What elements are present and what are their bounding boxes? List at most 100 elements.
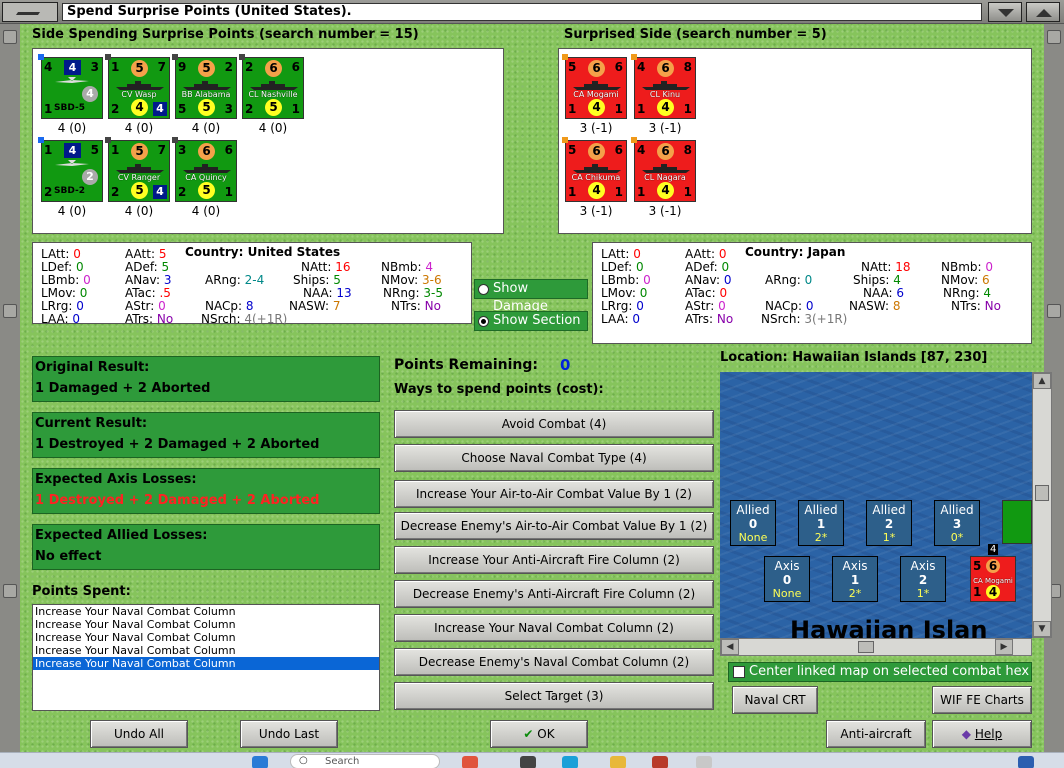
app-icon[interactable] [462,756,478,768]
counter-value: 1 [637,102,646,116]
spend-option-button[interactable]: Avoid Combat (4) [394,410,714,438]
stat-value: No [424,299,441,313]
ship-icon [641,80,691,90]
checkbox-unchecked-icon [733,666,745,678]
maximize-button[interactable] [1026,2,1060,22]
ok-button[interactable]: ✔ OK [490,720,588,748]
game-icon[interactable] [652,756,668,768]
anti-aircraft-crt-button[interactable]: Anti-aircraft CRT [826,720,926,767]
stat-nsrch: NSrch: 3(+1R) [761,312,847,326]
counter-value: 4 [153,102,167,116]
system-menu-button[interactable] [2,2,58,22]
unit-counter[interactable]: 9 2 5 5 5 BB Alabama 3 [172,54,237,119]
unit-counter[interactable]: 5 6 1 6 4 CA Chikuma 1 [562,137,627,202]
allied-map-counter[interactable] [1002,500,1032,544]
unit-marker-icon [38,137,44,143]
list-item[interactable]: Increase Your Naval Combat Column [33,644,379,657]
counter-value: 6 [291,60,300,74]
combat-box-allied[interactable]: Allied 0 None [730,500,776,546]
counter-value: 3 [90,60,99,74]
hex-map[interactable]: Allied 0 None Allied 1 2* Allied 2 1* Allied 3 0* Ax… [720,372,1032,654]
rivet-icon [3,30,17,44]
unit-counter[interactable]: 1 5 2 4 2 SBD-2 [38,137,103,202]
points-spent-list[interactable]: Increase Your Naval Combat Column Increas… [32,604,380,711]
help-button[interactable]: ◆ Help [932,720,1032,748]
country-label-text: Country: [745,245,804,259]
list-item[interactable]: Increase Your Naval Combat Column [33,631,379,644]
spend-option-button[interactable]: Decrease Enemy's Naval Combat Column (2) [394,648,714,676]
stat-nbmb: NBmb: 4 [381,260,433,274]
unit-name: CL Kinu [649,90,681,99]
show-damage-radio[interactable]: Show Damage [474,279,588,314]
scroll-up-icon[interactable]: ▲ [1033,373,1051,389]
list-item[interactable]: Increase Your Naval Combat Column [33,657,379,670]
unit-counter[interactable]: 4 8 1 6 4 CL Nagara 1 [631,137,696,202]
unit-counter[interactable]: 1 7 2 5 4 CV Wasp 4 [105,54,170,119]
start-icon[interactable] [252,756,268,768]
box-side: Axis [910,559,936,573]
spend-option-button[interactable]: Increase Your Naval Combat Column (2) [394,614,714,642]
browser-icon[interactable] [562,756,578,768]
stat-label: LMov: [41,286,80,300]
stat-value: 0 [636,299,644,313]
spend-option-button[interactable]: Decrease Enemy's Air-to-Air Combat Value… [394,512,714,540]
scroll-left-icon[interactable]: ◀ [721,639,739,655]
show-section-radio[interactable]: Show Section [474,311,588,331]
naval-crt-button[interactable]: Naval CRT [732,686,818,714]
stat-label: AStr: [685,299,719,313]
spend-option-button[interactable]: Choose Naval Combat Type (4) [394,444,714,472]
wif-fe-charts-button[interactable]: WIF FE Charts [932,686,1032,714]
stat-label: ANav: [125,273,164,287]
unit-counter[interactable]: 2 6 2 6 5 CL Nashville 1 [239,54,304,119]
stat-aatt: AAtt: 0 [685,247,726,261]
stat-ships: Ships: 5 [293,273,341,287]
tray-icon[interactable] [1018,756,1034,768]
unit-counter[interactable]: 4 3 1 4 4 SBD-5 [38,54,103,119]
center-map-checkbox[interactable]: Center linked map on selected combat hex [728,662,1032,682]
scroll-down-icon[interactable]: ▼ [1033,621,1051,637]
spend-option-button[interactable]: Increase Your Anti-Aircraft Fire Column … [394,546,714,574]
counter-value: 5 [568,60,577,74]
undo-last-button[interactable]: Undo Last [240,720,338,748]
map-horizontal-scrollbar[interactable]: ◀ ▶ [720,638,1032,656]
folder-icon[interactable] [610,756,626,768]
stat-value: 0 [632,312,640,326]
app-icon[interactable] [696,756,712,768]
unit-counter[interactable]: 1 7 2 5 5 CV Ranger 4 [105,137,170,202]
map-unit-counter[interactable]: 5 6 1 4 CA Mogami [970,556,1016,602]
map-vertical-scrollbar[interactable]: ▲ ▼ [1032,372,1052,638]
combat-box-axis[interactable]: Axis 1 2* [832,556,878,602]
japan-stats-panel: LAtt: 0 LDef: 0 LBmb: 0 LMov: 0 LRrg: 0 LAA: … [592,242,1032,344]
box-number: 1 [850,573,860,587]
stack-count: 4 [988,544,999,555]
stat-label: ATrs: [125,312,157,326]
combat-box-allied[interactable]: Allied 2 1* [866,500,912,546]
spend-option-button[interactable]: Increase Your Air-to-Air Combat Value By… [394,480,714,508]
spend-option-button[interactable]: Decrease Enemy's Anti-Aircraft Fire Colu… [394,580,714,608]
stat-nsrch: NSrch: 4(+1R) [201,312,287,326]
combat-box-axis[interactable]: Axis 0 None [764,556,810,602]
counter-value: 2 [111,102,120,116]
stat-astr: AStr: 0 [685,299,726,313]
stat-atrs: ATrs: No [125,312,173,326]
combat-box-allied[interactable]: Allied 1 2* [798,500,844,546]
scroll-thumb[interactable] [858,641,874,653]
unit-marker-icon [239,54,245,60]
stat-label: ATac: [125,286,160,300]
unit-counter[interactable]: 4 8 1 6 4 CL Kinu 1 [631,54,696,119]
undo-all-button[interactable]: Undo All [90,720,188,748]
scroll-right-icon[interactable]: ▶ [995,639,1013,655]
combat-box-allied[interactable]: Allied 3 0* [934,500,980,546]
unit-counter[interactable]: 3 6 2 6 5 CA Quincy 1 [172,137,237,202]
unit-counter[interactable]: 5 6 1 6 4 CA Mogami 1 [562,54,627,119]
unit-marker-icon [562,54,568,60]
minimize-button[interactable] [988,2,1022,22]
unit-strength-label: 3 (-1) [579,121,613,135]
taskbar-search-box[interactable]: ○ Search [290,754,440,768]
app-icon[interactable] [520,756,536,768]
spend-option-button[interactable]: Select Target (3) [394,682,714,710]
list-item[interactable]: Increase Your Naval Combat Column [33,618,379,631]
scroll-thumb[interactable] [1035,485,1049,501]
combat-box-axis[interactable]: Axis 2 1* [900,556,946,602]
list-item[interactable]: Increase Your Naval Combat Column [33,605,379,618]
